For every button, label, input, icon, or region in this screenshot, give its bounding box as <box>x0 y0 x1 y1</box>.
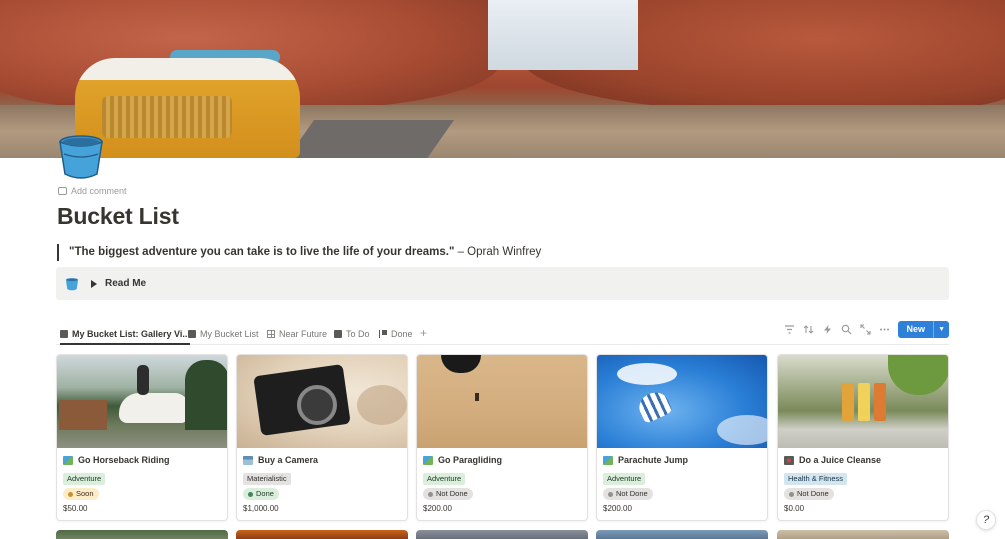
tab-label: My Bucket List <box>200 329 259 339</box>
gallery-card-horseback[interactable]: Go Horseback Riding Adventure Soon $50.0… <box>56 354 228 521</box>
card-title-text: Do a Juice Cleanse <box>799 455 882 465</box>
status-text: Not Done <box>436 489 468 498</box>
gallery-card-paragliding[interactable]: Go Paragliding Adventure Not Done $200.0… <box>416 354 588 521</box>
card-title[interactable]: Do a Juice Cleanse <box>784 455 881 465</box>
card-title[interactable]: Parachute Jump <box>603 455 688 465</box>
status-dot <box>789 491 794 497</box>
status-badge: Soon <box>63 488 99 500</box>
tab-label: To Do <box>346 329 370 339</box>
status-dot <box>608 491 613 497</box>
tab-near-future[interactable]: Near Future <box>267 324 327 344</box>
book-icon <box>188 330 196 338</box>
price-value: $200.00 <box>603 504 632 513</box>
sort-icon[interactable] <box>803 324 814 335</box>
cover-sky <box>488 0 638 70</box>
status-text: Not Done <box>616 489 648 498</box>
gallery-card-partial[interactable] <box>236 530 408 539</box>
card-cover-image <box>597 355 767 448</box>
grid-icon <box>267 330 275 338</box>
tab-to-do[interactable]: To Do <box>334 324 370 344</box>
bucket-icon <box>65 277 79 290</box>
tab-label: My Bucket List: Gallery Vi... <box>72 328 190 339</box>
add-comment-label: Add comment <box>71 186 127 196</box>
card-title[interactable]: Go Horseback Riding <box>63 455 170 465</box>
status-dot <box>248 491 253 497</box>
status-text: Not Done <box>797 489 829 498</box>
card-title[interactable]: Buy a Camera <box>243 455 318 465</box>
card-title[interactable]: Go Paragliding <box>423 455 502 465</box>
add-view-icon[interactable]: + <box>420 327 427 339</box>
card-cover-image <box>237 355 407 448</box>
view-toolbar: New ▼ <box>784 321 949 338</box>
gallery-card-juice[interactable]: Do a Juice Cleanse Health & Fitness Not … <box>777 354 949 521</box>
bucket-icon[interactable] <box>58 132 104 180</box>
picture-icon <box>63 455 73 465</box>
card-cover-image <box>57 355 227 448</box>
gallery-card-partial[interactable] <box>416 530 588 539</box>
search-icon[interactable] <box>841 324 852 335</box>
status-badge: Not Done <box>784 488 834 500</box>
callout-block: Read Me <box>56 267 949 300</box>
status-dot <box>68 491 73 497</box>
price-value: $1,000.00 <box>243 504 279 513</box>
category-tag: Materialistic <box>243 473 291 485</box>
status-text: Soon <box>76 489 94 498</box>
category-tag: Adventure <box>603 473 646 485</box>
gallery-card-partial[interactable] <box>777 530 949 539</box>
card-title-text: Go Horseback Riding <box>78 455 170 465</box>
gallery-card-camera[interactable]: Buy a Camera Materialistic Done $1,000.0… <box>236 354 408 521</box>
category-tag: Health & Fitness <box>784 473 848 485</box>
card-title-text: Buy a Camera <box>258 455 319 465</box>
dumbbell-icon <box>784 455 794 465</box>
money-icon <box>243 455 253 465</box>
gallery-card-partial[interactable] <box>596 530 768 539</box>
category-tag: Adventure <box>423 473 466 485</box>
category-tag: Adventure <box>63 473 106 485</box>
status-badge: Done <box>243 488 279 500</box>
card-title-text: Parachute Jump <box>618 455 689 465</box>
cover-van-window <box>102 96 232 138</box>
picture-icon <box>423 455 433 465</box>
more-icon[interactable] <box>879 324 890 335</box>
price-value: $50.00 <box>63 504 88 513</box>
status-text: Done <box>256 489 274 498</box>
card-title-text: Go Paragliding <box>438 455 503 465</box>
expand-icon[interactable] <box>859 324 871 335</box>
gallery-card-parachute[interactable]: Parachute Jump Adventure Not Done $200.0… <box>596 354 768 521</box>
read-me-toggle[interactable]: Read Me <box>105 278 146 289</box>
quote-text: "The biggest adventure you can take is t… <box>69 246 455 258</box>
tab-my-bucket-list[interactable]: My Bucket List <box>188 324 259 344</box>
book-open-icon <box>334 330 342 338</box>
quote-attribution: – Oprah Winfrey <box>454 246 542 258</box>
flag-icon <box>379 330 387 338</box>
comment-icon <box>58 187 67 195</box>
tab-done[interactable]: Done <box>379 324 413 344</box>
tab-gallery-view[interactable]: My Bucket List: Gallery Vi... <box>60 324 190 345</box>
help-button[interactable]: ? <box>976 510 996 530</box>
chevron-down-icon[interactable]: ▼ <box>934 326 949 333</box>
price-value: $200.00 <box>423 504 452 513</box>
add-comment-button[interactable]: Add comment <box>58 186 127 196</box>
status-dot <box>428 491 433 497</box>
new-button-label: New <box>898 321 935 338</box>
new-button[interactable]: New ▼ <box>897 321 949 338</box>
toggle-arrow-icon[interactable] <box>91 279 97 288</box>
tab-label: Done <box>391 329 413 339</box>
status-badge: Not Done <box>423 488 473 500</box>
filter-icon[interactable] <box>784 324 795 335</box>
card-cover-image <box>417 355 587 448</box>
price-value: $0.00 <box>784 504 805 513</box>
gallery-card-partial[interactable] <box>56 530 228 539</box>
page-title: Bucket List <box>57 203 179 229</box>
view-tabs: My Bucket List: Gallery Vi... My Bucket … <box>56 321 949 345</box>
tab-label: Near Future <box>279 329 328 339</box>
cover-image <box>0 0 1005 158</box>
status-badge: Not Done <box>603 488 653 500</box>
picture-icon <box>603 455 613 465</box>
quote-block: "The biggest adventure you can take is t… <box>57 244 541 261</box>
lightning-icon[interactable] <box>822 324 833 335</box>
card-cover-image <box>778 355 948 448</box>
book-icon <box>60 329 68 338</box>
cover-road <box>285 120 455 158</box>
